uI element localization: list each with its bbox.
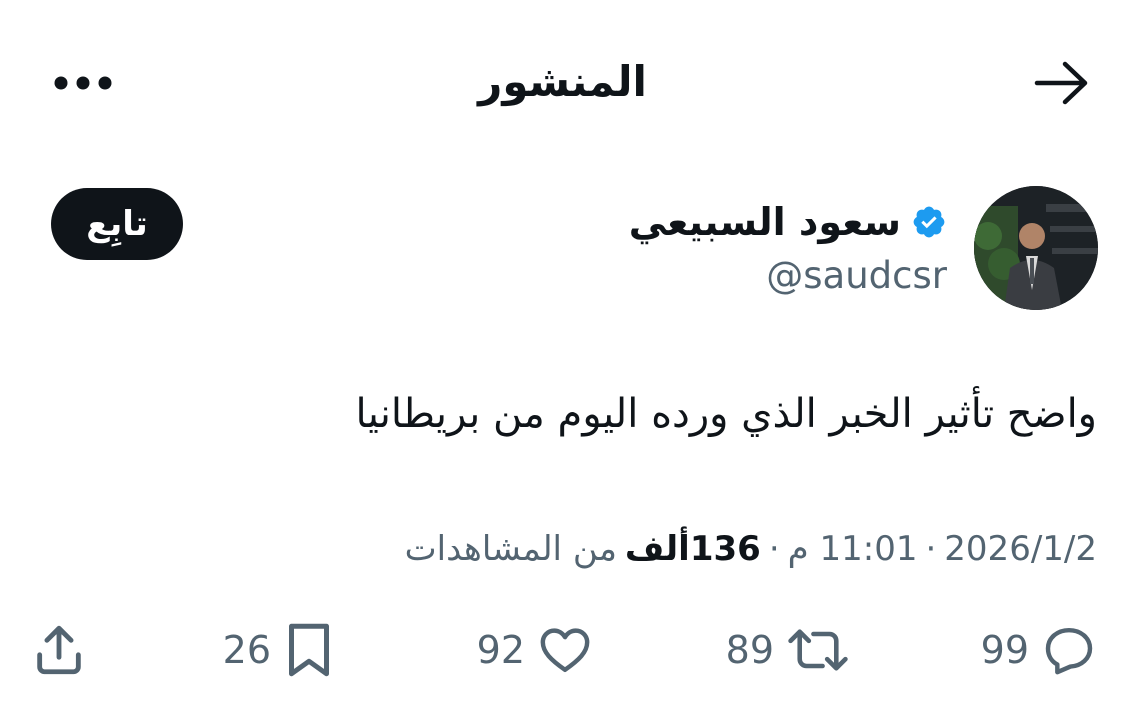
share-button[interactable] <box>30 610 88 690</box>
bookmark-icon <box>289 623 329 677</box>
page-title: المنشور <box>478 57 647 106</box>
arrow-right-icon <box>1034 61 1088 105</box>
retweet-icon <box>788 629 848 671</box>
verified-badge-icon <box>913 206 945 238</box>
reply-button[interactable]: 99 <box>981 610 1097 690</box>
post-date[interactable]: 2026/1/2 <box>944 529 1097 569</box>
retweet-button[interactable]: 89 <box>726 610 850 690</box>
author-name[interactable]: سعود السبيعي <box>629 196 901 248</box>
views-label: من المشاهدات <box>404 529 617 569</box>
post-meta: 2026/1/2 · 11:01 م · 136ألف من المشاهدات <box>405 524 1097 574</box>
post-time[interactable]: 11:01 م <box>788 529 918 569</box>
meta-separator: · <box>768 529 780 569</box>
retweet-count: 89 <box>725 628 774 672</box>
like-count: 92 <box>476 628 525 672</box>
reply-icon <box>1045 627 1093 675</box>
bookmark-count: 26 <box>222 628 271 672</box>
avatar[interactable] <box>974 186 1098 310</box>
bookmark-button[interactable]: 26 <box>223 610 335 690</box>
like-button[interactable]: 92 <box>477 610 593 690</box>
follow-button[interactable]: تابِع <box>51 188 183 260</box>
back-button[interactable] <box>1031 52 1093 114</box>
author-handle[interactable]: @saudcsr <box>766 250 947 302</box>
reply-count: 99 <box>980 628 1029 672</box>
action-bar: 99 89 92 26 <box>0 610 1125 690</box>
avatar-photo <box>974 186 1098 310</box>
top-bar: المنشور <box>0 0 1125 165</box>
meta-separator: · <box>925 529 937 569</box>
post-text: واضح تأثير الخبر الذي ورده اليوم من بريط… <box>355 391 1097 437</box>
author-name-row: سعود السبيعي <box>629 196 947 248</box>
views-count[interactable]: 136ألف <box>625 529 761 569</box>
share-icon <box>37 625 81 675</box>
heart-icon <box>540 628 590 673</box>
post-detail-page: المنشور سعود السبيعي @saudcsr تابِع واضح… <box>0 0 1125 703</box>
